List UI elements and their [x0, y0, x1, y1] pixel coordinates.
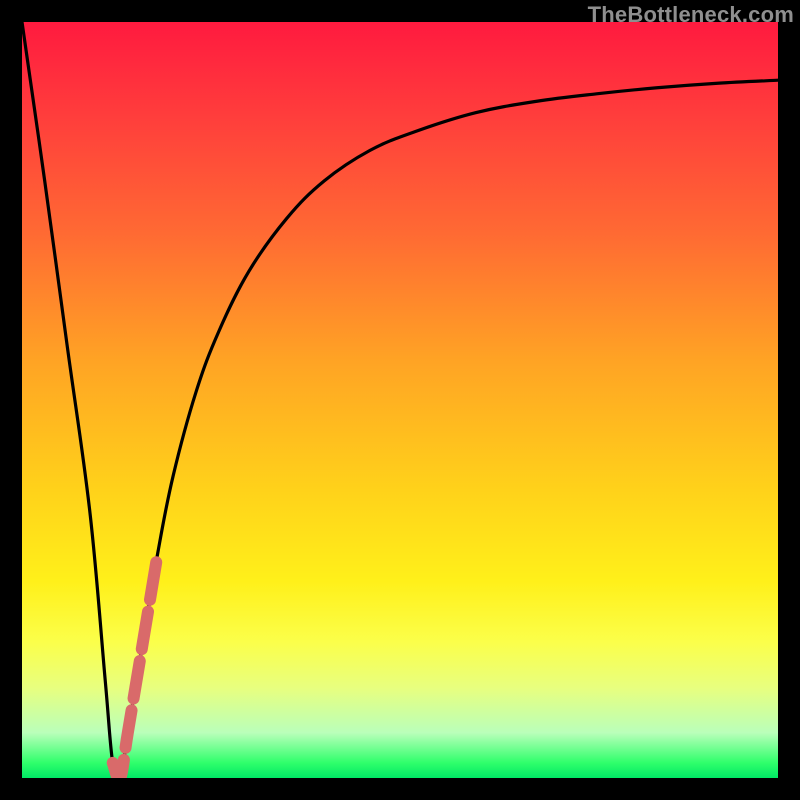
chart-svg [22, 22, 778, 778]
highlight-marker [113, 551, 158, 778]
chart-plot-area [22, 22, 778, 778]
chart-frame: TheBottleneck.com [0, 0, 800, 800]
watermark-text: TheBottleneck.com [588, 2, 794, 28]
